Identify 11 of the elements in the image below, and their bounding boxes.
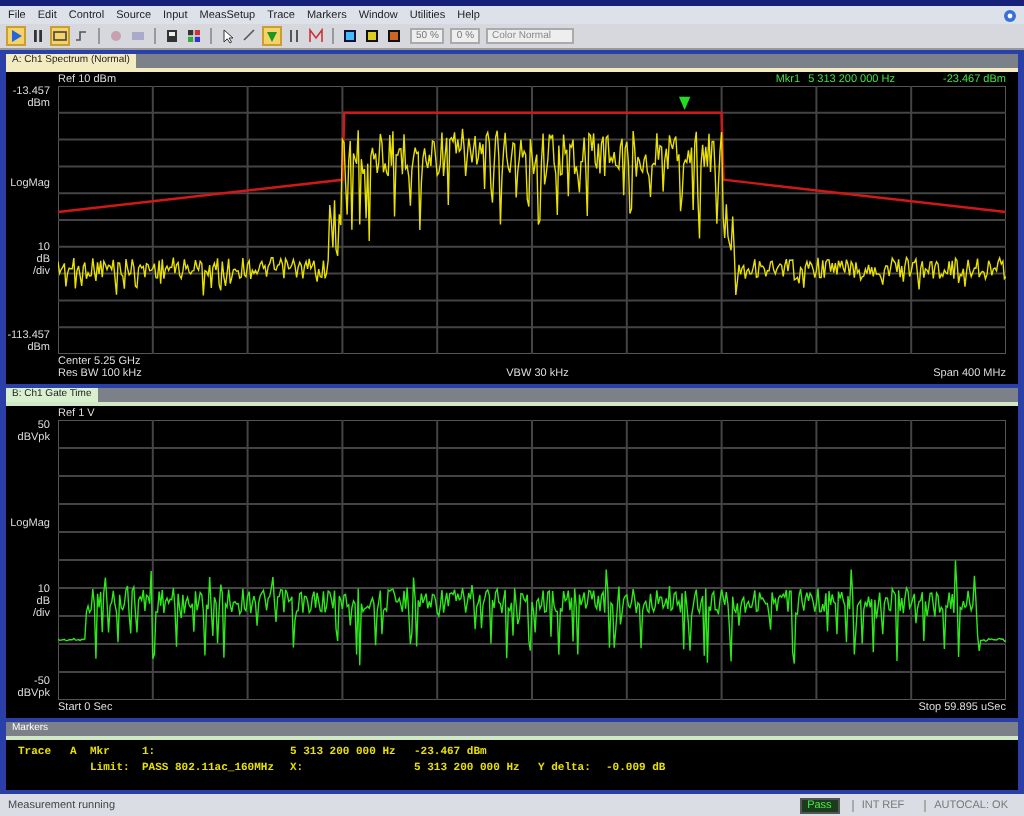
peak-icon[interactable] xyxy=(306,26,326,46)
pause-icon[interactable] xyxy=(28,26,48,46)
trigger-icon[interactable] xyxy=(72,26,92,46)
pointer-icon[interactable] xyxy=(218,26,238,46)
marker-icon[interactable] xyxy=(262,26,282,46)
help-icon[interactable] xyxy=(1004,9,1016,21)
layout-icon[interactable] xyxy=(184,26,204,46)
marker-icon xyxy=(678,96,691,111)
bars-icon[interactable] xyxy=(284,26,304,46)
display-icon[interactable] xyxy=(162,26,182,46)
run-icon[interactable] xyxy=(6,26,26,46)
